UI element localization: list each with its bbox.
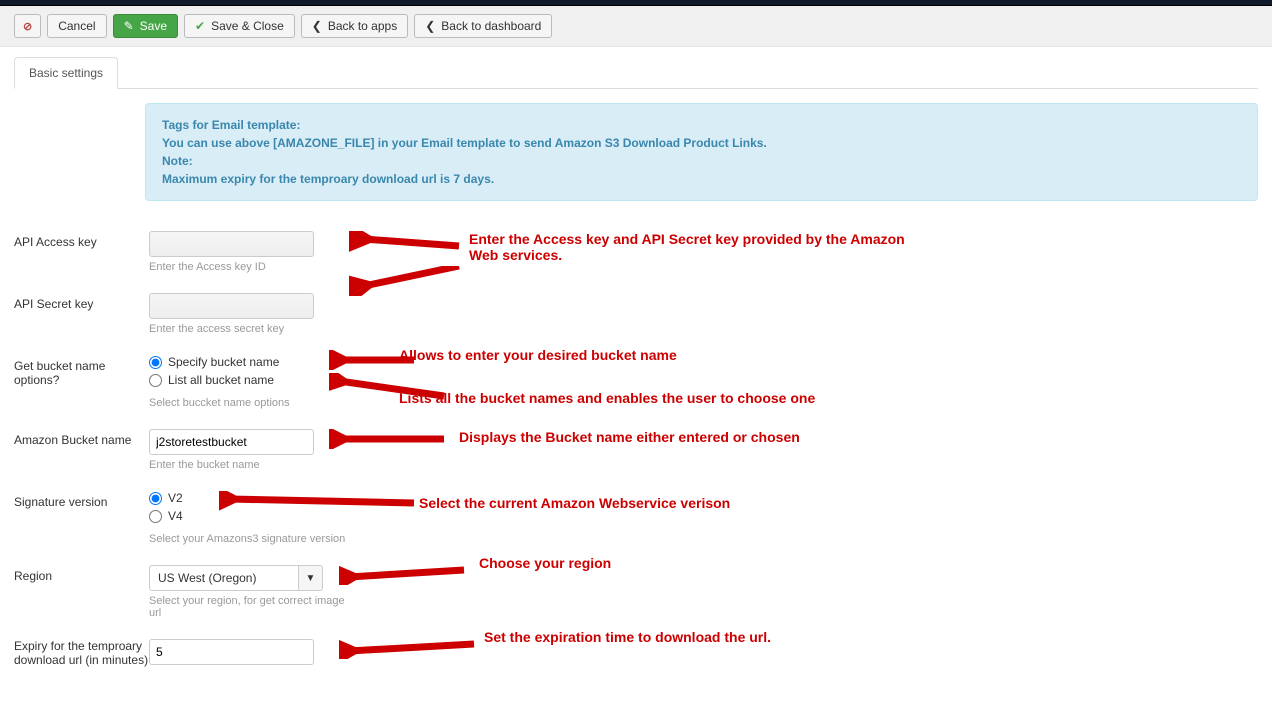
help-api-secret-key: Enter the access secret key bbox=[149, 323, 349, 335]
input-expiry[interactable] bbox=[149, 639, 314, 665]
chevron-down-icon: ▼ bbox=[299, 565, 323, 591]
label-sig-version: Signature version bbox=[14, 491, 149, 509]
back-apps-button[interactable]: ❮ Back to apps bbox=[301, 14, 408, 38]
annotation-specify-bucket: Allows to enter your desired bucket name bbox=[399, 347, 677, 363]
back-apps-label: Back to apps bbox=[328, 19, 397, 33]
save-close-button[interactable]: ✔ Save & Close bbox=[184, 14, 295, 38]
save-close-label: Save & Close bbox=[211, 19, 284, 33]
cancel-icon-button[interactable]: ⊘ bbox=[14, 14, 41, 38]
label-bucket-name: Amazon Bucket name bbox=[14, 429, 149, 447]
label-api-secret-key: API Secret key bbox=[14, 293, 149, 311]
select-region-value: US West (Oregon) bbox=[149, 565, 299, 591]
radio-label-specify: Specify bucket name bbox=[168, 355, 279, 369]
annotation-access-keys: Enter the Access key and API Secret key … bbox=[469, 231, 929, 263]
help-region: Select your region, for get correct imag… bbox=[149, 595, 349, 619]
save-button[interactable]: ✎ Save bbox=[113, 14, 178, 38]
input-api-secret-key[interactable] bbox=[149, 293, 314, 319]
back-dashboard-button[interactable]: ❮ Back to dashboard bbox=[414, 14, 552, 38]
info-tags-desc: You can use above [AMAZONE_FILE] in your… bbox=[162, 134, 1241, 152]
annotation-region: Choose your region bbox=[479, 555, 611, 571]
help-bucket-options: Select buccket name options bbox=[149, 397, 349, 409]
radio-label-v2: V2 bbox=[168, 491, 183, 505]
help-api-access-key: Enter the Access key ID bbox=[149, 261, 349, 273]
info-note-desc: Maximum expiry for the temproary downloa… bbox=[162, 170, 1241, 188]
label-bucket-options: Get bucket name options? bbox=[14, 355, 149, 387]
annotation-bucket-display: Displays the Bucket name either entered … bbox=[459, 429, 800, 445]
annotation-list-bucket: Lists all the bucket names and enables t… bbox=[399, 390, 815, 406]
pencil-icon: ✎ bbox=[124, 19, 134, 33]
cancel-label: Cancel bbox=[58, 19, 95, 33]
input-bucket-name[interactable] bbox=[149, 429, 314, 455]
back-dash-label: Back to dashboard bbox=[441, 19, 541, 33]
label-region: Region bbox=[14, 565, 149, 583]
radio-label-list: List all bucket name bbox=[168, 373, 274, 387]
annotation-sig-version: Select the current Amazon Webservice ver… bbox=[419, 495, 730, 511]
tab-basic-settings[interactable]: Basic settings bbox=[14, 57, 118, 89]
label-api-access-key: API Access key bbox=[14, 231, 149, 249]
help-bucket-name: Enter the bucket name bbox=[149, 459, 349, 471]
input-api-access-key[interactable] bbox=[149, 231, 314, 257]
check-icon: ✔ bbox=[195, 19, 205, 33]
radio-v2[interactable] bbox=[149, 492, 162, 505]
tabs: Basic settings bbox=[14, 57, 1258, 89]
info-tags-label: Tags for Email template: bbox=[162, 116, 1241, 134]
radio-list-bucket[interactable] bbox=[149, 374, 162, 387]
info-panel: Tags for Email template: You can use abo… bbox=[145, 103, 1258, 201]
help-sig-version: Select your Amazons3 signature version bbox=[149, 533, 349, 545]
toolbar: ⊘ Cancel ✎ Save ✔ Save & Close ❮ Back to ap… bbox=[0, 6, 1272, 47]
info-note-label: Note: bbox=[162, 152, 1241, 170]
save-label: Save bbox=[140, 19, 167, 33]
cancel-icon: ⊘ bbox=[23, 20, 32, 33]
chevron-left-icon: ❮ bbox=[425, 19, 435, 33]
cancel-button[interactable]: Cancel bbox=[47, 14, 106, 38]
label-expiry: Expiry for the temproary download url (i… bbox=[14, 639, 149, 667]
radio-specify-bucket[interactable] bbox=[149, 356, 162, 369]
select-region[interactable]: US West (Oregon) ▼ bbox=[149, 565, 349, 591]
settings-form: API Access key Enter the Access key ID E… bbox=[0, 231, 1272, 701]
annotation-expiry: Set the expiration time to download the … bbox=[484, 629, 771, 645]
chevron-left-icon: ❮ bbox=[312, 19, 322, 33]
radio-v4[interactable] bbox=[149, 510, 162, 523]
radio-label-v4: V4 bbox=[168, 509, 183, 523]
